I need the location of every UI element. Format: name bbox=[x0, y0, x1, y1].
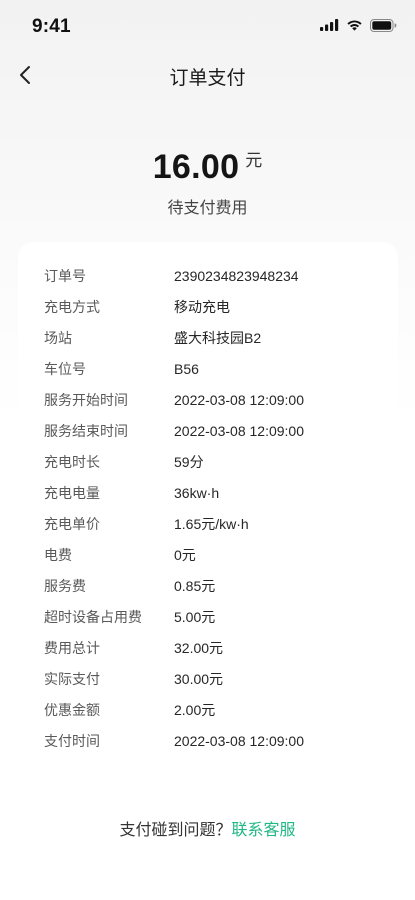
detail-row-total-fee: 费用总计 32.00元 bbox=[44, 638, 223, 658]
detail-row-service-start: 服务开始时间 2022-03-08 12:09:00 bbox=[44, 390, 304, 410]
help-text: 支付碰到问题？ bbox=[119, 822, 232, 839]
detail-value: 2022-03-08 12:09:00 bbox=[174, 392, 304, 408]
wifi-icon bbox=[347, 20, 362, 31]
detail-row-charge-duration: 充电时长 59分 bbox=[44, 452, 204, 472]
detail-row-service-fee: 服务费 0.85元 bbox=[44, 576, 215, 596]
detail-row-discount: 优惠金额 2.00元 bbox=[44, 700, 215, 720]
detail-label: 订单号 bbox=[44, 268, 86, 284]
detail-label: 费用总计 bbox=[44, 640, 100, 656]
amount-value: 16.00 bbox=[152, 148, 240, 186]
detail-row-overtime-fee: 超时设备占用费 5.00元 bbox=[44, 607, 215, 627]
detail-label: 超时设备占用费 bbox=[44, 609, 142, 625]
detail-value: 移动充电 bbox=[174, 299, 230, 315]
amount-caption: 待支付费用 bbox=[167, 200, 248, 217]
detail-label: 服务费 bbox=[44, 578, 86, 594]
detail-value: 36kw·h bbox=[174, 485, 220, 501]
detail-label: 充电单价 bbox=[44, 516, 100, 532]
detail-label: 充电时长 bbox=[44, 454, 100, 470]
detail-label: 支付时间 bbox=[44, 733, 100, 749]
detail-value: 59分 bbox=[174, 454, 204, 470]
detail-label: 电费 bbox=[44, 547, 72, 563]
detail-row-charge-method: 充电方式 移动充电 bbox=[44, 297, 230, 317]
detail-label: 场站 bbox=[44, 330, 72, 346]
status-time: 9:41 bbox=[32, 16, 71, 37]
detail-row-parking-spot: 车位号 B56 bbox=[44, 359, 199, 379]
detail-label: 服务结束时间 bbox=[44, 423, 128, 439]
nav-bar: 订单支付 bbox=[0, 52, 415, 98]
detail-row-order-number: 订单号 2390234823948234 bbox=[44, 266, 299, 286]
detail-row-electricity-fee: 电费 0元 bbox=[44, 545, 196, 565]
payment-help: 支付碰到问题？联系客服 bbox=[0, 816, 415, 840]
page-title: 订单支付 bbox=[169, 68, 246, 89]
detail-value: 1.65元/kw·h bbox=[174, 516, 249, 532]
status-bar: 9:41 bbox=[0, 0, 415, 48]
status-icons bbox=[320, 17, 397, 33]
signal-icon bbox=[320, 19, 339, 31]
contact-support-link[interactable]: 联系客服 bbox=[232, 822, 296, 839]
detail-row-station: 场站 盛大科技园B2 bbox=[44, 328, 261, 348]
detail-row-payment-time: 支付时间 2022-03-08 12:09:00 bbox=[44, 731, 304, 751]
detail-value: 5.00元 bbox=[174, 609, 216, 625]
detail-value: 32.00元 bbox=[174, 640, 224, 656]
amount-block: 16.00 元 待支付费用 bbox=[0, 148, 415, 218]
amount-unit: 元 bbox=[245, 151, 263, 170]
order-detail-card: 订单号 2390234823948234 充电方式 移动充电 场站 盛大科技园B… bbox=[18, 242, 398, 768]
detail-label: 充电方式 bbox=[44, 299, 100, 315]
amount-line: 16.00 元 bbox=[0, 148, 415, 186]
detail-label: 服务开始时间 bbox=[44, 392, 128, 408]
detail-value: 2.00元 bbox=[174, 702, 216, 718]
detail-row-unit-price: 充电单价 1.65元/kw·h bbox=[44, 514, 249, 534]
detail-value: B56 bbox=[174, 361, 199, 377]
detail-label: 实际支付 bbox=[44, 671, 100, 687]
detail-value: 2390234823948234 bbox=[174, 268, 299, 284]
battery-icon bbox=[370, 18, 397, 32]
detail-value: 0元 bbox=[174, 547, 196, 563]
detail-row-charge-energy: 充电电量 36kw·h bbox=[44, 483, 219, 503]
detail-value: 0.85元 bbox=[174, 578, 216, 594]
detail-value: 盛大科技园B2 bbox=[174, 330, 262, 346]
detail-row-service-end: 服务结束时间 2022-03-08 12:09:00 bbox=[44, 421, 304, 441]
detail-row-actual-paid: 实际支付 30.00元 bbox=[44, 669, 223, 689]
detail-label: 充电电量 bbox=[44, 485, 100, 501]
detail-value: 2022-03-08 12:09:00 bbox=[174, 733, 304, 749]
detail-value: 30.00元 bbox=[174, 671, 224, 687]
detail-label: 车位号 bbox=[44, 361, 86, 377]
detail-label: 优惠金额 bbox=[44, 702, 100, 718]
detail-value: 2022-03-08 12:09:00 bbox=[174, 423, 304, 439]
